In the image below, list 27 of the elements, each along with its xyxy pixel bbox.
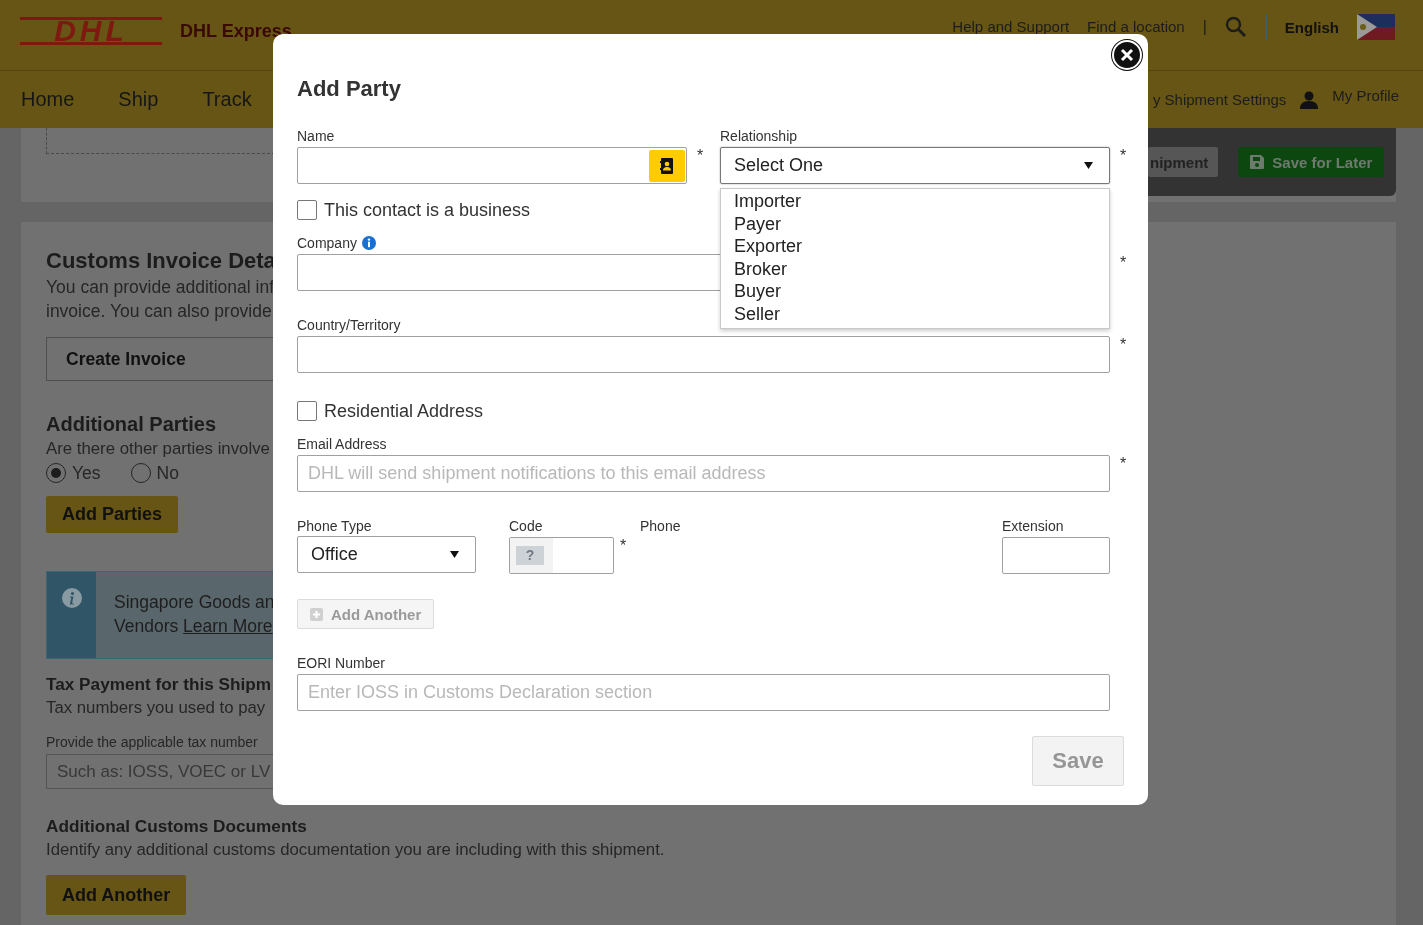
info-text: Singapore Goods an Vendors Learn More xyxy=(113,591,275,638)
question-text: Are there other parties involve xyxy=(46,438,270,460)
dialog-title: Add Party xyxy=(297,75,402,103)
field-label: Provide the applicable tax number xyxy=(46,733,258,752)
field-label: Name xyxy=(297,127,336,146)
field-label: Country/Territory xyxy=(297,316,402,335)
field-label: Code xyxy=(509,517,544,536)
section-description: Identify any additional customs documentation you are including with this shipment. xyxy=(46,839,665,861)
required-mark: * xyxy=(1119,336,1128,354)
required-mark: * xyxy=(1119,254,1128,272)
field-label: EORI Number xyxy=(297,654,386,673)
separator: | xyxy=(1202,18,1207,36)
required-mark: * xyxy=(1119,147,1128,165)
section-heading: Additional Customs Documents xyxy=(46,815,307,838)
section-description: You can provide additional inf invoice. You can also provide xyxy=(46,276,274,323)
section-heading: Customs Invoice Deta xyxy=(46,247,276,275)
section-heading: Additional Parties xyxy=(46,412,217,437)
field-label: Email Address xyxy=(297,435,388,454)
field-label: Relationship xyxy=(720,127,799,146)
field-label: Extension xyxy=(1002,517,1065,536)
required-mark: * xyxy=(1119,455,1128,473)
section-heading: Tax Payment for this Shipm xyxy=(46,673,272,696)
field-label: Phone Type xyxy=(297,517,373,536)
required-mark: * xyxy=(696,147,705,165)
required-mark: * xyxy=(619,537,628,555)
field-label: Phone xyxy=(640,517,682,536)
section-description: Tax numbers you used to pay xyxy=(46,697,266,719)
